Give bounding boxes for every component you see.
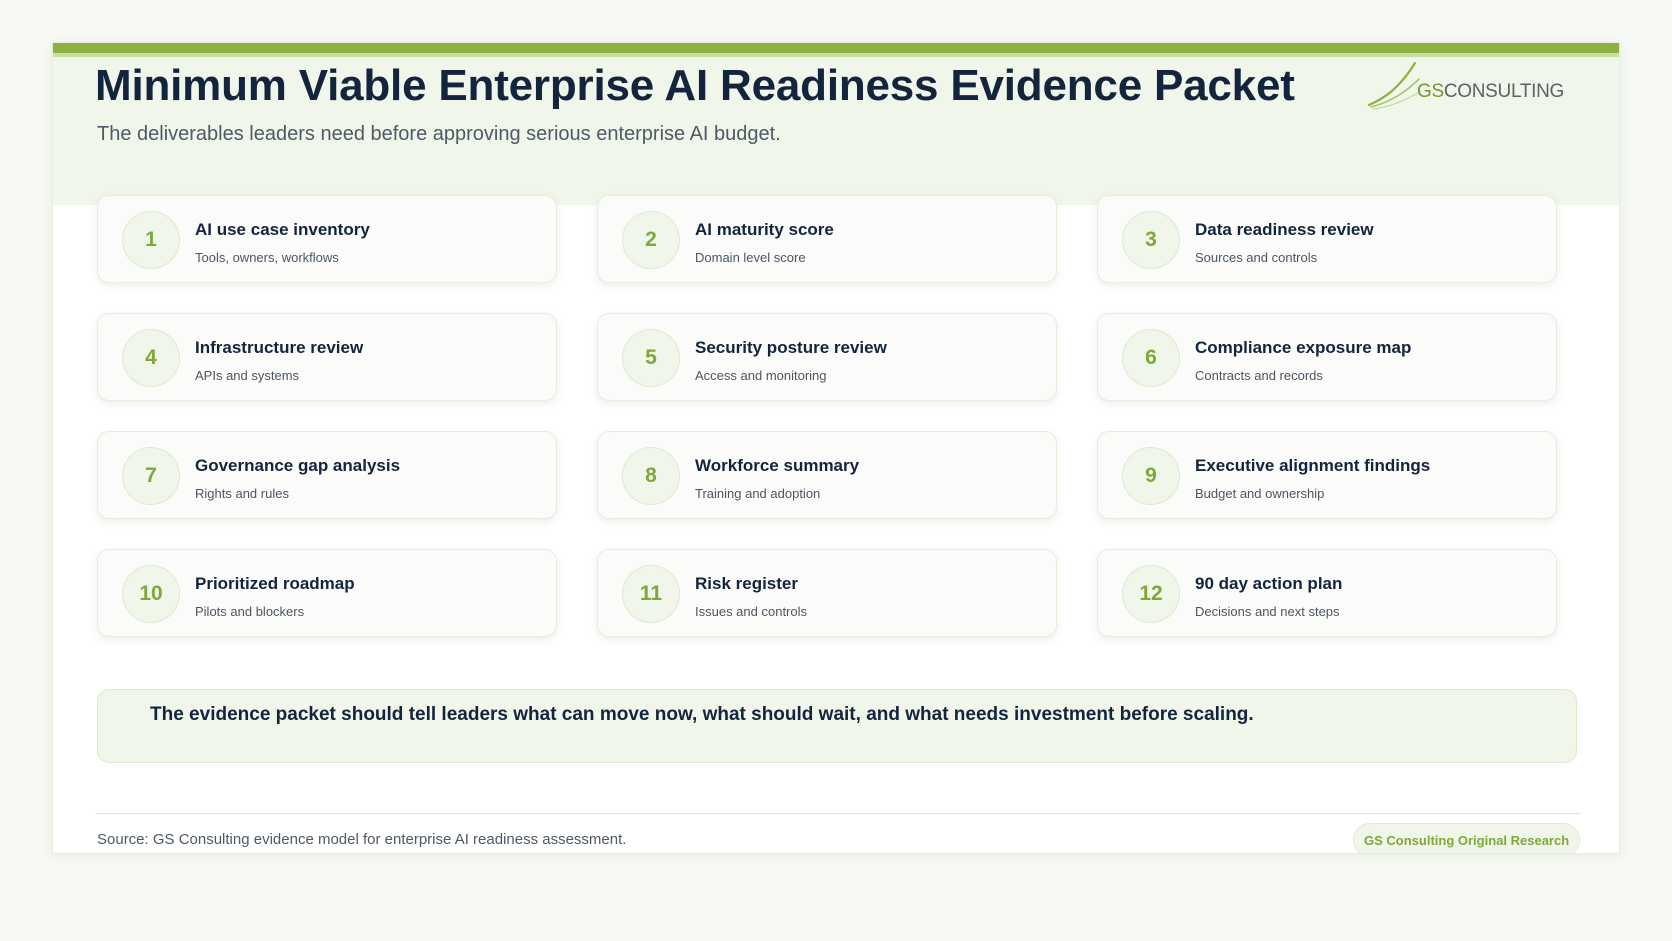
deliverable-card: 2 AI maturity score Domain level score (597, 195, 1057, 283)
deliverable-number: 12 (1122, 565, 1180, 623)
deliverable-card: 9 Executive alignment findings Budget an… (1097, 431, 1557, 519)
deliverable-number: 9 (1122, 447, 1180, 505)
deliverable-card: 8 Workforce summary Training and adoptio… (597, 431, 1057, 519)
deliverable-subtitle: Domain level score (695, 250, 806, 265)
deliverable-card: 3 Data readiness review Sources and cont… (1097, 195, 1557, 283)
deliverable-card: 10 Prioritized roadmap Pilots and blocke… (97, 549, 557, 637)
deliverable-title: Security posture review (695, 338, 887, 357)
footer-divider (95, 813, 1581, 814)
deliverable-title: 90 day action plan (1195, 574, 1343, 593)
deliverable-number: 4 (122, 329, 180, 387)
deliverable-title: Prioritized roadmap (195, 574, 355, 593)
deliverable-number: 8 (622, 447, 680, 505)
deliverable-title: Executive alignment findings (1195, 456, 1431, 475)
deliverable-number: 6 (1122, 329, 1180, 387)
deliverable-subtitle: Contracts and records (1195, 368, 1323, 383)
deliverable-title: AI use case inventory (195, 220, 370, 239)
deliverable-subtitle: Training and adoption (695, 486, 821, 501)
deliverable-title: AI maturity score (695, 220, 834, 239)
page-subtitle: The deliverables leaders need before app… (97, 123, 781, 145)
deliverable-subtitle: APIs and systems (195, 368, 300, 383)
gs-consulting-logo: GSCONSULTING (1365, 59, 1565, 111)
deliverable-number: 3 (1122, 211, 1180, 269)
deliverable-title: Compliance exposure map (1195, 338, 1412, 357)
deliverable-number: 7 (122, 447, 180, 505)
deliverable-subtitle: Budget and ownership (1195, 486, 1325, 501)
deliverable-subtitle: Issues and controls (695, 604, 808, 619)
deliverable-title: Governance gap analysis (195, 456, 401, 475)
deliverable-subtitle: Rights and rules (195, 486, 289, 501)
deliverable-number: 5 (622, 329, 680, 387)
deliverable-card: 1 AI use case inventory Tools, owners, w… (97, 195, 557, 283)
key-takeaway-text: The evidence packet should tell leaders … (150, 704, 1254, 725)
deliverable-subtitle: Pilots and blockers (195, 604, 305, 619)
original-research-badge: GS Consulting Original Research (1353, 823, 1581, 853)
deliverable-card: 12 90 day action plan Decisions and next… (1097, 549, 1557, 637)
key-takeaway-callout: The evidence packet should tell leaders … (97, 689, 1577, 763)
deliverable-card: 4 Infrastructure review APIs and systems (97, 313, 557, 401)
evidence-packet-panel: Minimum Viable Enterprise AI Readiness E… (52, 42, 1620, 854)
deliverable-number: 2 (622, 211, 680, 269)
deliverable-title: Risk register (695, 574, 798, 593)
swoosh-icon (1367, 61, 1422, 110)
deliverable-subtitle: Sources and controls (1195, 250, 1318, 265)
page-title: Minimum Viable Enterprise AI Readiness E… (95, 61, 1295, 110)
deliverables-grid: 1 AI use case inventory Tools, owners, w… (97, 195, 1573, 645)
deliverable-card: 6 Compliance exposure map Contracts and … (1097, 313, 1557, 401)
deliverable-title: Workforce summary (695, 456, 860, 475)
deliverable-title: Infrastructure review (195, 338, 364, 357)
source-note: Source: GS Consulting evidence model for… (97, 831, 627, 848)
deliverable-card: 11 Risk register Issues and controls (597, 549, 1057, 637)
deliverable-card: 7 Governance gap analysis Rights and rul… (97, 431, 557, 519)
deliverable-subtitle: Tools, owners, workflows (195, 250, 339, 265)
deliverable-subtitle: Decisions and next steps (1195, 604, 1340, 619)
deliverable-number: 11 (622, 565, 680, 623)
header: Minimum Viable Enterprise AI Readiness E… (53, 57, 1619, 205)
deliverable-title: Data readiness review (1195, 220, 1374, 239)
deliverable-subtitle: Access and monitoring (695, 368, 827, 383)
logo-suffix: CONSULTING (1443, 81, 1565, 102)
deliverable-number: 10 (122, 565, 180, 623)
accent-bar (53, 43, 1619, 53)
deliverable-card: 5 Security posture review Access and mon… (597, 313, 1057, 401)
deliverable-number: 1 (122, 211, 180, 269)
logo-prefix: GS (1417, 81, 1444, 102)
logo-wordmark: GSCONSULTING (1417, 81, 1564, 103)
